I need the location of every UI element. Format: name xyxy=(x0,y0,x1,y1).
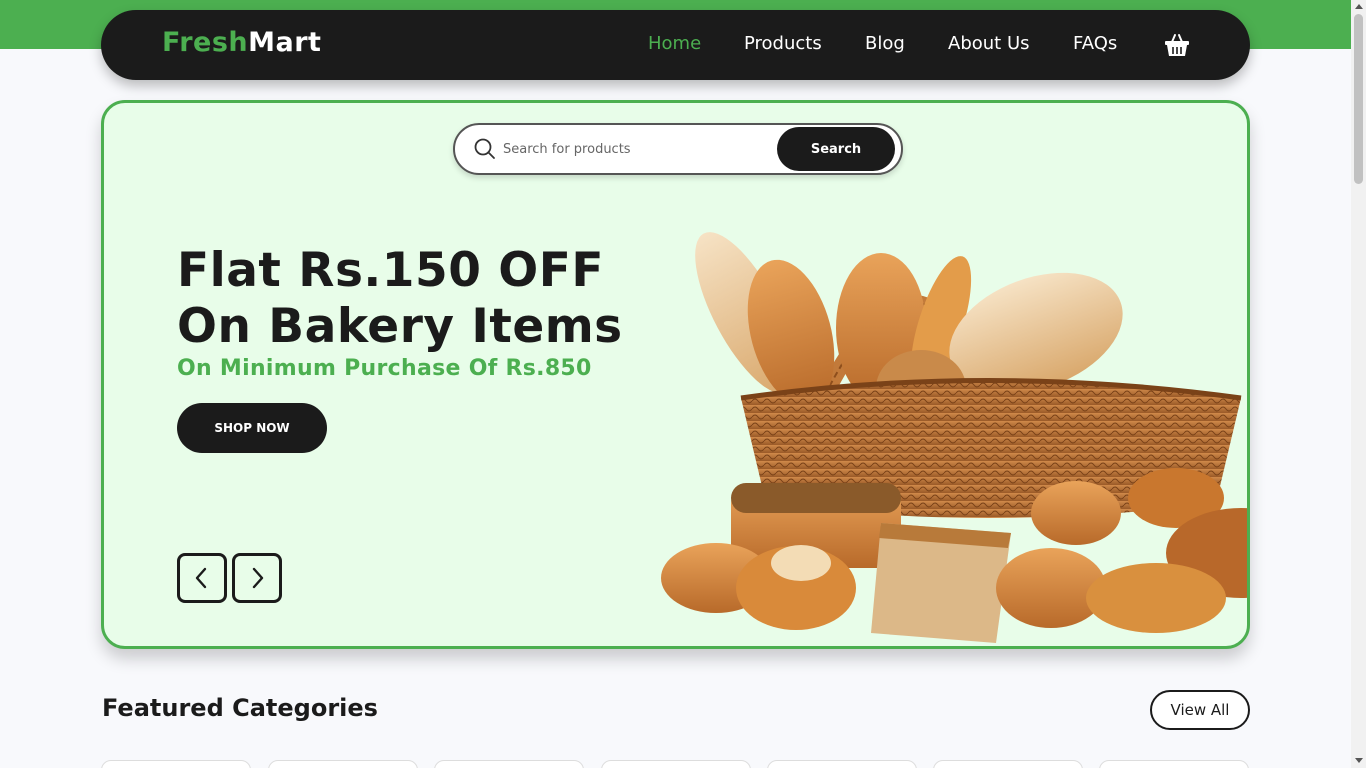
category-card[interactable] xyxy=(601,760,751,768)
page-scrollbar[interactable] xyxy=(1351,0,1366,768)
nav-link-blog[interactable]: Blog xyxy=(865,33,905,54)
search-bar: Search xyxy=(453,123,903,175)
featured-categories-title: Featured Categories xyxy=(102,694,378,722)
slider-prev-button[interactable] xyxy=(177,553,227,603)
nav-link-about-us[interactable]: About Us xyxy=(948,33,1030,54)
category-card[interactable] xyxy=(101,760,251,768)
hero-headline-line1: Flat Rs.150 OFF xyxy=(177,243,604,298)
bread-basket-image xyxy=(661,232,1247,643)
hero-banner: Search Flat Rs.150 OFF On Bakery Items O… xyxy=(101,100,1250,649)
view-all-button[interactable]: View All xyxy=(1150,690,1250,730)
slider-next-button[interactable] xyxy=(232,553,282,603)
hero-headline-line2: On Bakery Items xyxy=(177,299,623,354)
category-card[interactable] xyxy=(933,760,1083,768)
category-card[interactable] xyxy=(434,760,584,768)
nav-link-products[interactable]: Products xyxy=(744,33,822,54)
brand-name-part1: Fresh xyxy=(162,27,249,58)
search-button[interactable]: Search xyxy=(777,127,895,171)
nav-link-home[interactable]: Home xyxy=(648,33,701,54)
scrollbar-thumb[interactable] xyxy=(1354,14,1363,184)
hero-subline: On Minimum Purchase Of Rs.850 xyxy=(177,356,592,381)
category-card[interactable] xyxy=(268,760,418,768)
brand-logo[interactable]: FreshMart xyxy=(162,27,321,58)
category-card[interactable] xyxy=(767,760,917,768)
chevron-left-icon xyxy=(195,567,207,589)
scroll-up-arrow-icon[interactable] xyxy=(1355,4,1363,9)
nav-link-faqs[interactable]: FAQs xyxy=(1073,33,1117,54)
shop-now-button[interactable]: SHOP NOW xyxy=(177,403,327,453)
brand-name-part2: Mart xyxy=(248,27,322,58)
search-input[interactable] xyxy=(503,136,773,162)
navbar: FreshMart Home Products Blog About Us FA… xyxy=(101,10,1250,80)
hero-headline: Flat Rs.150 OFF On Bakery Items xyxy=(177,243,697,355)
basket-icon[interactable] xyxy=(1163,31,1191,59)
scroll-down-arrow-icon[interactable] xyxy=(1355,758,1363,763)
search-icon xyxy=(474,138,495,159)
chevron-right-icon xyxy=(252,567,264,589)
category-card[interactable] xyxy=(1099,760,1249,768)
